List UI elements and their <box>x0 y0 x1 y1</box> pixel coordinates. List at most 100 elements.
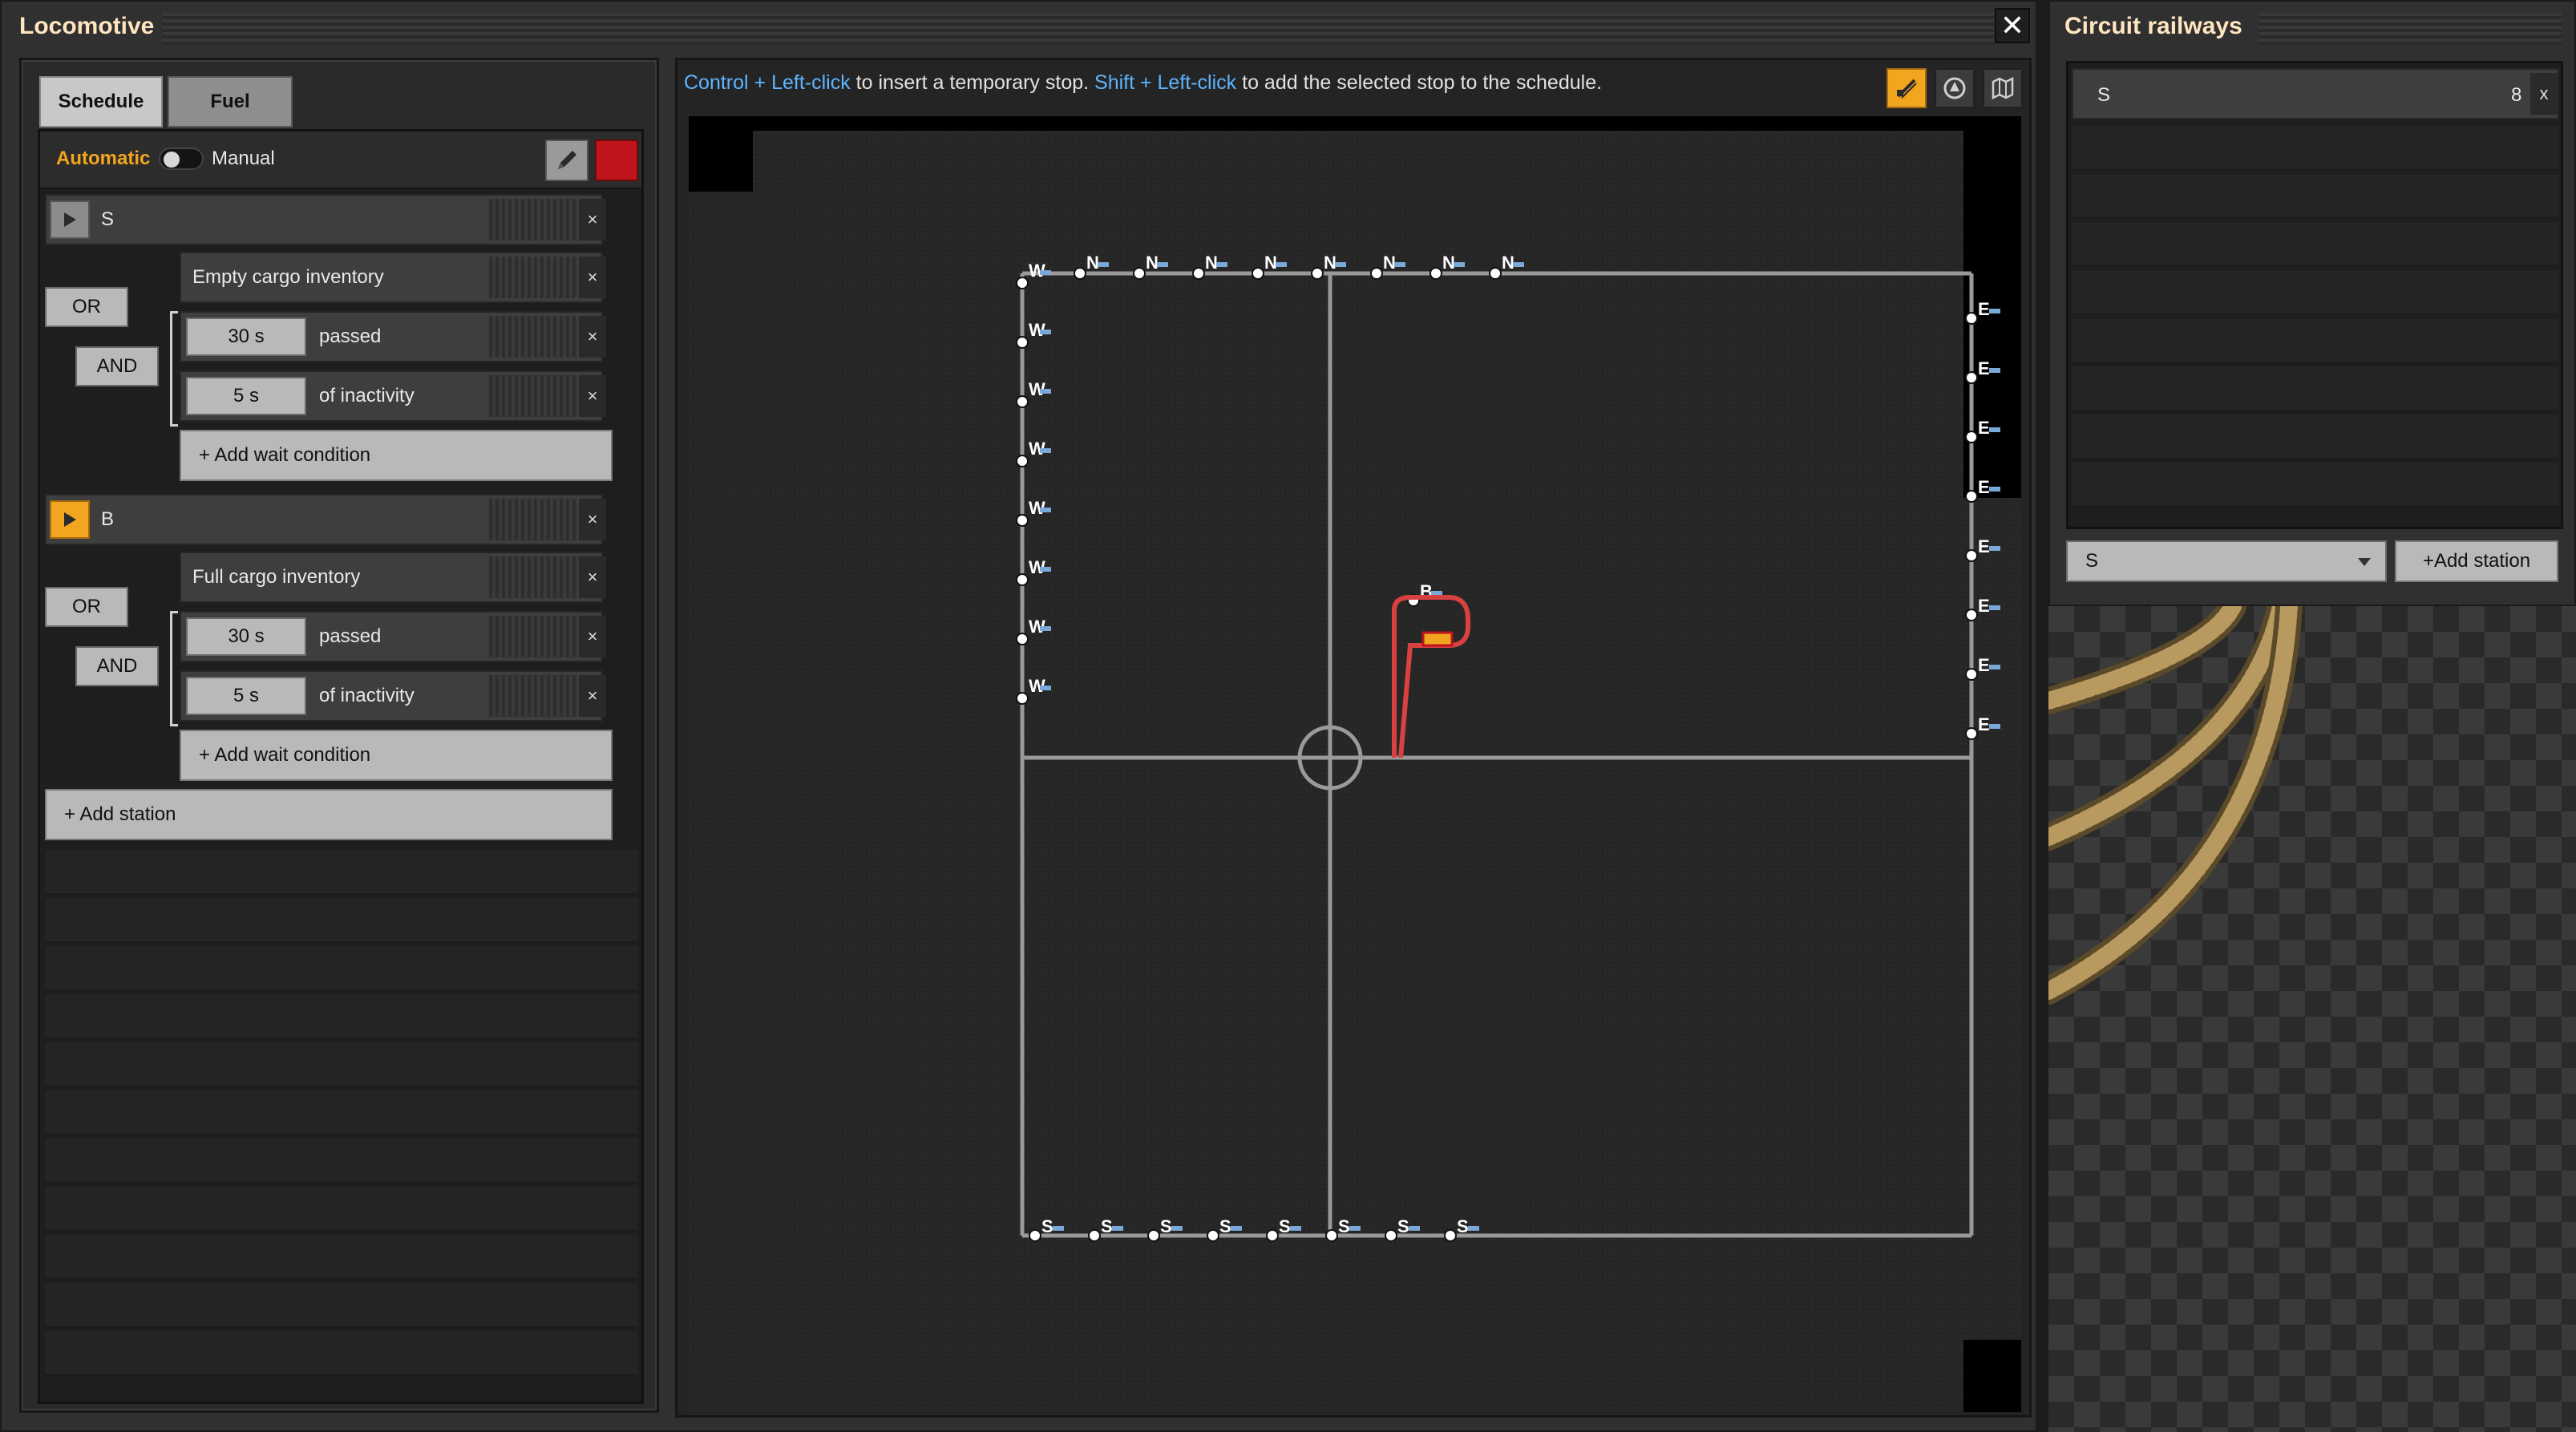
drag-handle[interactable] <box>489 199 577 241</box>
or-button[interactable]: OR <box>45 287 128 327</box>
time-value[interactable]: 30 s <box>186 318 306 356</box>
station-marker <box>1053 1226 1064 1231</box>
station-west[interactable] <box>1016 277 1029 289</box>
station-marker <box>1349 1226 1361 1231</box>
and-button[interactable]: AND <box>75 646 159 686</box>
station-south[interactable] <box>1088 1229 1101 1242</box>
add-station-button[interactable]: + Add station <box>45 789 613 840</box>
station-east[interactable] <box>1965 549 1978 562</box>
remove-condition-button[interactable]: × <box>579 316 606 358</box>
condition-row[interactable]: 5 s of inactivity × <box>180 670 606 722</box>
station-east[interactable] <box>1965 727 1978 740</box>
station-south[interactable] <box>1029 1229 1041 1242</box>
title-drag-handle[interactable] <box>2259 13 2562 45</box>
station-east[interactable] <box>1965 668 1978 681</box>
remove-condition-button[interactable]: × <box>579 675 606 717</box>
drag-handle[interactable] <box>489 375 577 417</box>
condition-row[interactable]: Empty cargo inventory × <box>180 252 606 303</box>
station-east[interactable] <box>1965 490 1978 503</box>
condition-row[interactable]: 30 s passed × <box>180 611 606 662</box>
station-north[interactable] <box>1311 267 1324 280</box>
station-north[interactable] <box>1430 267 1442 280</box>
station-south[interactable] <box>1266 1229 1279 1242</box>
remove-condition-button[interactable]: × <box>579 556 606 598</box>
station-dropdown[interactable]: S <box>2066 540 2387 582</box>
condition-row[interactable]: Full cargo inventory × <box>180 552 606 603</box>
condition-row[interactable]: 30 s passed × <box>180 311 606 362</box>
remove-station-button[interactable]: × <box>579 499 606 540</box>
train[interactable] <box>1421 631 1454 647</box>
drag-handle[interactable] <box>489 616 577 657</box>
rail-network: N N N N N N N NS S S S S S S SWWWWWWWWEEEEEEEEB <box>1016 253 2000 1242</box>
remove-condition-button[interactable]: × <box>579 616 606 657</box>
remove-station-button[interactable]: × <box>579 199 606 241</box>
station-east[interactable] <box>1965 312 1978 325</box>
remove-condition-button[interactable]: × <box>579 257 606 298</box>
station-marker <box>1989 487 2000 491</box>
time-value[interactable]: 30 s <box>186 617 306 656</box>
stop-indicator[interactable] <box>595 140 638 181</box>
add-station-button[interactable]: +Add station <box>2395 540 2558 582</box>
condition-row[interactable]: 5 s of inactivity × <box>180 370 606 422</box>
add-wait-condition-button[interactable]: + Add wait condition <box>180 730 613 781</box>
station-north[interactable] <box>1252 267 1264 280</box>
drag-handle[interactable] <box>489 257 577 298</box>
station-marker <box>1468 1226 1479 1231</box>
and-button[interactable]: AND <box>75 346 159 386</box>
station-north[interactable] <box>1133 267 1146 280</box>
station-north[interactable] <box>1489 267 1502 280</box>
go-to-station-button[interactable] <box>50 200 90 239</box>
minimap[interactable]: NNNNNNNNSSSSSSSSWWWWWWWWEEEEEEEEB <box>689 116 2021 1412</box>
station-north[interactable] <box>1192 267 1205 280</box>
station-east[interactable] <box>1965 431 1978 443</box>
station-west[interactable] <box>1016 514 1029 527</box>
station-south[interactable] <box>1385 1229 1397 1242</box>
station-south[interactable] <box>1325 1229 1338 1242</box>
station-south[interactable] <box>1147 1229 1160 1242</box>
station-east-label: E <box>1978 358 1990 378</box>
station-west[interactable] <box>1016 395 1029 408</box>
drag-handle[interactable] <box>489 316 577 358</box>
remove-condition-button[interactable]: × <box>579 375 606 417</box>
station-north[interactable] <box>1370 267 1383 280</box>
mode-toggle[interactable] <box>159 148 204 170</box>
station-south[interactable] <box>1444 1229 1457 1242</box>
go-to-station-button[interactable] <box>50 500 90 539</box>
station-east[interactable] <box>1965 371 1978 384</box>
station-west[interactable] <box>1016 573 1029 586</box>
or-button[interactable]: OR <box>45 587 128 627</box>
title-drag-handle[interactable] <box>162 13 1994 45</box>
station-marker <box>1989 427 2000 432</box>
world-view[interactable] <box>2048 606 2576 1432</box>
station-count: 8 <box>2511 84 2522 106</box>
map-view-button[interactable] <box>1983 68 2023 108</box>
remove-station-button[interactable]: x <box>2530 73 2558 115</box>
tab-fuel[interactable]: Fuel <box>168 76 293 127</box>
map-panel: Control + Left-click to insert a tempora… <box>675 58 2032 1418</box>
add-wait-condition-button[interactable]: + Add wait condition <box>180 430 613 481</box>
time-value[interactable]: 5 s <box>186 377 306 415</box>
rail-tool-button[interactable] <box>1887 68 1927 108</box>
station-west[interactable] <box>1016 336 1029 349</box>
station-north-label: N <box>1146 253 1159 273</box>
edit-button[interactable] <box>545 140 588 181</box>
close-button[interactable]: ✕ <box>1995 8 2030 43</box>
station-west[interactable] <box>1016 455 1029 467</box>
station-west[interactable] <box>1016 692 1029 705</box>
station-row-s[interactable]: S × <box>45 194 606 245</box>
station-east[interactable] <box>1965 609 1978 621</box>
station-marker <box>1040 270 1051 275</box>
station-south[interactable] <box>1207 1229 1219 1242</box>
station-marker <box>1040 330 1051 334</box>
drag-handle[interactable] <box>489 675 577 717</box>
locomotive-view-button[interactable] <box>1935 68 1975 108</box>
station-west[interactable] <box>1016 633 1029 645</box>
drag-handle[interactable] <box>489 499 577 540</box>
drag-handle[interactable] <box>489 556 577 598</box>
empty-row <box>45 994 638 1039</box>
tab-schedule[interactable]: Schedule <box>39 76 163 127</box>
station-list-row[interactable]: S 8 x <box>2072 68 2559 119</box>
station-north[interactable] <box>1074 267 1086 280</box>
time-value[interactable]: 5 s <box>186 677 306 715</box>
station-row-b[interactable]: B × <box>45 494 606 545</box>
